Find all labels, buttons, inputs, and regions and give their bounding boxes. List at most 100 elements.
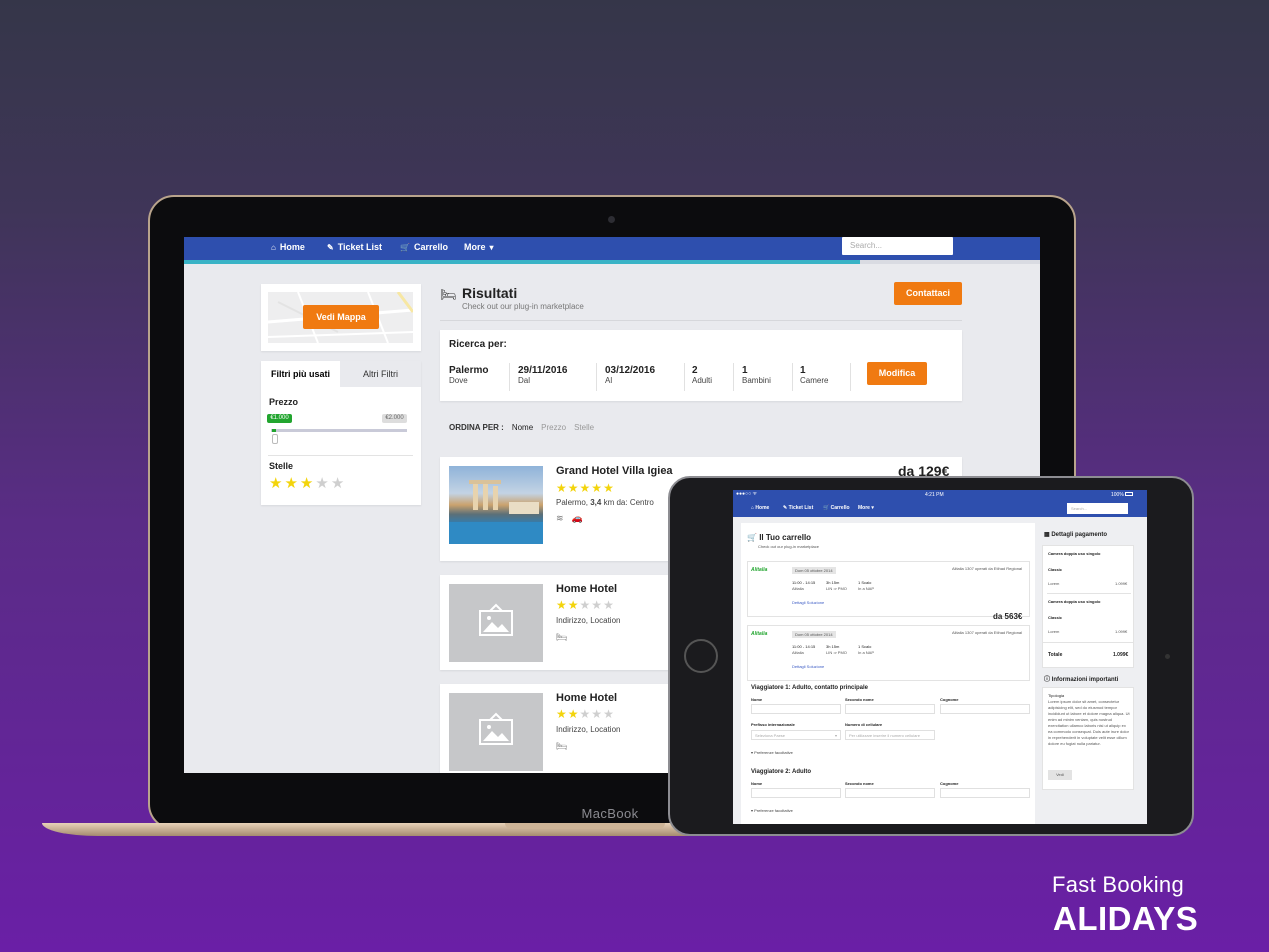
tablet-nav-ticket-label: Ticket List — [788, 505, 814, 511]
price-slider-fill — [272, 429, 276, 432]
hotel-photo-placeholder[interactable] — [449, 584, 543, 662]
flight-stops-sub: In a NAP — [858, 650, 875, 655]
tablet-nav-cart[interactable]: 🛒 Carrello — [823, 505, 850, 511]
field-children: 1 Bambini — [742, 365, 771, 385]
star-filled-icon: ★ — [567, 481, 579, 495]
first-name-field[interactable] — [751, 788, 841, 798]
price-slider[interactable] — [271, 429, 407, 432]
ticket-icon: ✎ — [327, 242, 334, 252]
image-placeholder-icon — [479, 603, 513, 636]
last-name-label: Cognome — [940, 781, 959, 786]
modify-search-button[interactable]: Modifica — [867, 362, 927, 385]
nav-more[interactable]: More ▾ — [464, 242, 494, 252]
hotel-stars: ★ ★ ★ ★ ★ — [556, 598, 614, 612]
rooms-value: 1 — [800, 365, 806, 376]
flight-airline-sub: Alitalia — [792, 650, 804, 655]
to-value: 03/12/2016 — [605, 365, 656, 376]
cart-icon: 🛒 — [823, 505, 831, 511]
hotel-name[interactable]: Home Hotel — [556, 583, 617, 595]
contact-button[interactable]: Contattaci — [894, 282, 962, 305]
star-rating-filter[interactable]: ★ ★ ★ ★ ★ — [269, 475, 345, 492]
hotel-address: Indirizzo, Location — [556, 616, 621, 625]
price-slider-handle[interactable] — [272, 434, 278, 444]
star-empty-icon: ★ — [330, 475, 345, 492]
info-box: Tipologia Lorem ipsum dolor sit amet, co… — [1042, 687, 1134, 790]
tablet-nav-home[interactable]: ⌂ Home — [751, 505, 769, 511]
flight-details-link[interactable]: Dettagli Soluzione — [792, 664, 824, 669]
total-label: Totale — [1048, 652, 1063, 658]
tablet-home-button — [684, 639, 718, 673]
middle-name-field[interactable] — [845, 788, 935, 798]
tablet-nav-ticket-list[interactable]: ✎ Ticket List — [783, 505, 813, 511]
airline-logo: Alitalia — [751, 567, 768, 573]
bed-icon: 🛏 — [440, 287, 457, 302]
flight-stops: 1 Scalo — [858, 644, 872, 649]
map-card: Vedi Mappa — [261, 284, 421, 351]
preferences-toggle-1[interactable]: ▾ Preferenze facoltative — [751, 750, 793, 755]
star-empty-icon: ★ — [315, 475, 329, 492]
info-title: ⓘ Informazioni importanti — [1044, 674, 1118, 683]
info-heading: Tipologia — [1048, 693, 1065, 698]
status-time: 4:21 PM — [925, 492, 944, 498]
tab-most-used-filters[interactable]: Filtri più usati — [261, 361, 340, 387]
flight-times: 11:00 - 14:15 — [792, 580, 816, 585]
nav-ticket-label: Ticket List — [337, 242, 383, 252]
price-label: Prezzo — [269, 397, 299, 407]
prefix-select-value: Seleziona Paese — [755, 733, 786, 738]
star-filled-icon: ★ — [269, 475, 283, 492]
star-filled-icon: ★ — [299, 475, 314, 492]
rooms-label: Camere — [800, 376, 829, 385]
flight-details-link[interactable]: Dettagli Soluzione — [792, 600, 824, 605]
image-placeholder-icon — [479, 712, 513, 745]
room-type: Camera doppia uso singolo — [1048, 599, 1101, 604]
nav-cart[interactable]: 🛒 Carrello — [400, 242, 448, 252]
page-title: Risultati — [462, 285, 518, 301]
star-filled-icon: ★ — [567, 598, 579, 612]
flight-date: Dom 05 ottobre 2014 — [792, 631, 836, 638]
prefix-select[interactable]: Seleziona Paese ▾ — [751, 730, 841, 740]
middle-name-field[interactable] — [845, 704, 935, 714]
cart-subtitle: Check out our plug-in marketplace — [758, 544, 819, 549]
field-adults: 2 Adulti — [692, 365, 712, 385]
sort-price[interactable]: Prezzo — [541, 423, 566, 432]
tab-other-filters[interactable]: Altri Filtri — [340, 361, 421, 387]
last-name-field[interactable] — [940, 788, 1030, 798]
price-min-badge: €1.000 — [267, 414, 292, 423]
progress-bar — [184, 260, 861, 264]
flight-operator: Alitalia 1307 operati da Etihad Regional — [952, 566, 1023, 571]
first-name-label: Nome — [751, 781, 763, 786]
flight-stops-sub: In a NAP — [858, 586, 875, 591]
stars-label: Stelle — [269, 461, 294, 471]
nav-ticket-list[interactable]: ✎ Ticket List — [327, 242, 382, 252]
tablet-nav-more[interactable]: More ▾ — [858, 505, 874, 511]
tablet-camera — [1165, 654, 1170, 659]
hotel-name[interactable]: Home Hotel — [556, 692, 617, 704]
header-divider — [440, 320, 962, 321]
search-input[interactable]: Search... — [842, 237, 953, 255]
preferences-toggle-2[interactable]: ▾ Preferenze facoltative — [751, 808, 793, 813]
info-title-text: Informazioni importanti — [1051, 677, 1119, 683]
info-see-button[interactable]: Vedi — [1048, 770, 1072, 780]
cart-panel: 🛒 Il Tuo carrello Check out our plug-in … — [741, 523, 1035, 824]
tablet-search-input[interactable]: Search... — [1067, 503, 1128, 514]
first-name-field[interactable] — [751, 704, 841, 714]
preferences-label: Preferenze facoltative — [754, 808, 793, 813]
view-map-button[interactable]: Vedi Mappa — [303, 305, 379, 329]
hotel-name[interactable]: Grand Hotel Villa Igiea — [556, 465, 673, 477]
children-value: 1 — [742, 365, 748, 376]
from-value: 29/11/2016 — [518, 365, 568, 376]
nav-home[interactable]: ⌂ Home — [271, 242, 305, 252]
sort-name[interactable]: Nome — [512, 423, 533, 432]
hotel-photo-placeholder[interactable] — [449, 693, 543, 771]
field-rooms: 1 Camere — [800, 365, 828, 385]
star-filled-icon: ★ — [567, 707, 579, 721]
star-filled-icon: ★ — [556, 707, 567, 721]
battery-icon — [1125, 492, 1133, 496]
field-separator — [684, 363, 685, 391]
phone-field[interactable]: Per utilizzare inserire il numero cellul… — [845, 730, 935, 740]
star-empty-icon: ★ — [591, 598, 603, 612]
nav-more-label: More — [464, 242, 486, 252]
sort-stars[interactable]: Stelle — [574, 423, 594, 432]
hotel-photo[interactable] — [449, 466, 543, 544]
last-name-field[interactable] — [940, 704, 1030, 714]
